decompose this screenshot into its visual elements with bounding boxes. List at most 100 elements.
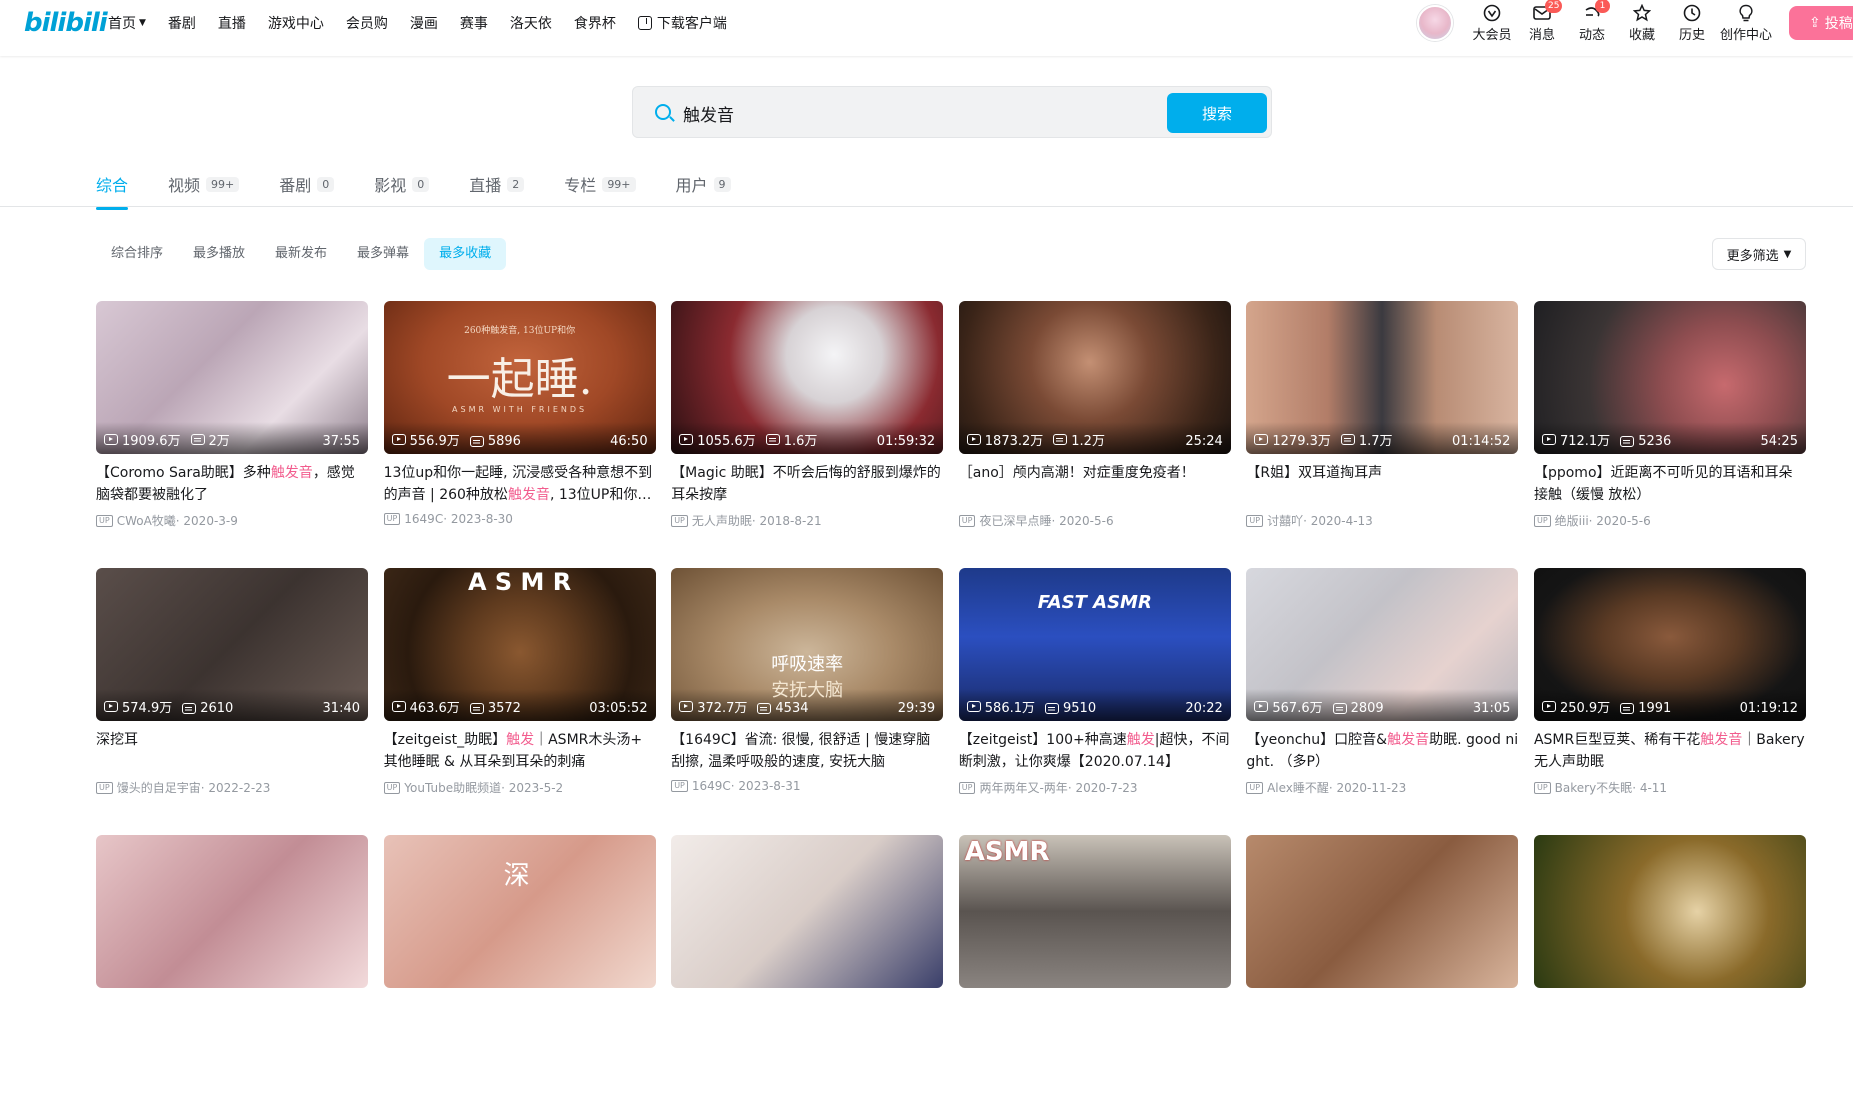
video-title[interactable]: 【Magic 助眠】不听会后悔的舒服到爆炸的耳朵按摩: [671, 462, 943, 506]
nav-mall[interactable]: 会员购: [346, 13, 388, 33]
tab-film[interactable]: 影视 0: [374, 168, 430, 200]
video-card[interactable]: 1055.6万 1.6万 01:59:32 【Magic 助眠】不听会后悔的舒服…: [671, 301, 944, 568]
video-title[interactable]: 13位up和你一起睡, 沉浸感受各种意想不到的声音 | 260种放松触发音, 1…: [384, 462, 656, 506]
author-name[interactable]: 绝版iii: [1555, 512, 1589, 529]
video-card[interactable]: 372.7万 4534 29:39 呼吸速率 安抚大脑 【1649C】省流: 很慢…: [671, 568, 944, 835]
video-title[interactable]: 【zeitgeist】100+种高速触发|超快，不间断刺激，让你爽爆【2020.…: [959, 729, 1231, 773]
video-thumbnail[interactable]: [96, 835, 368, 988]
video-thumbnail[interactable]: 深: [383, 835, 656, 988]
video-title[interactable]: 【ppomo】近距离不可听见的耳语和耳朵接触（缓慢 放松）: [1534, 462, 1806, 506]
video-title[interactable]: 【R姐】双耳道掏耳声: [1246, 462, 1518, 506]
video-card[interactable]: 556.9万 5896 46:50 260种触发音, 13位UP和你 一起睡. AS…: [383, 301, 656, 568]
tab-live[interactable]: 直播 2: [469, 168, 525, 200]
video-thumbnail[interactable]: 1873.2万 1.2万 25:24: [958, 301, 1231, 454]
video-title[interactable]: [671, 996, 943, 1040]
nav-live[interactable]: 直播: [218, 13, 246, 33]
nav-food-cup[interactable]: 食界杯: [574, 13, 616, 33]
author-name[interactable]: Bakery不失眠: [1555, 779, 1633, 796]
video-card[interactable]: 463.6万 3572 03:05:52 A S M R 【zeitgeist_…: [383, 568, 656, 835]
tab-bangumi[interactable]: 番剧 0: [279, 168, 335, 200]
author-name[interactable]: 1649C: [404, 512, 443, 526]
vip-button[interactable]: 大会员: [1467, 3, 1517, 43]
upload-button[interactable]: ⇪ 投稿: [1789, 6, 1853, 40]
video-thumbnail[interactable]: 556.9万 5896 46:50 260种触发音, 13位UP和你 一起睡. AS…: [383, 301, 656, 454]
search-input[interactable]: [683, 99, 1083, 127]
avatar[interactable]: [1417, 5, 1453, 41]
search-button[interactable]: 搜索: [1167, 93, 1267, 133]
video-title[interactable]: 【yeonchu】口腔音&触发音助眠. good night. （多P）: [1246, 729, 1518, 773]
video-card[interactable]: UP: [96, 835, 368, 1102]
video-thumbnail[interactable]: 250.9万 1991 01:19:12: [1533, 568, 1806, 721]
video-title[interactable]: ［ano］颅内高潮！对症重度免疫者！: [959, 462, 1231, 506]
video-thumbnail[interactable]: 712.1万 5236 54:25: [1533, 301, 1806, 454]
more-filter-button[interactable]: 更多筛选 ▼: [1712, 238, 1806, 270]
tab-user[interactable]: 用户 9: [676, 168, 731, 200]
tab-all[interactable]: 综合: [96, 168, 129, 210]
video-card[interactable]: 586.1万 9510 20:22 FAST ASMR 【zeitgeist】1…: [958, 568, 1231, 835]
author-name[interactable]: YouTube助眠频道: [404, 779, 501, 796]
nav-luotianyi[interactable]: 洛天依: [510, 13, 552, 33]
video-card[interactable]: 712.1万 5236 54:25 【ppomo】近距离不可听见的耳语和耳朵接触…: [1533, 301, 1806, 568]
video-title[interactable]: [1534, 996, 1806, 1040]
video-card[interactable]: 567.6万 2809 31:05 【yeonchu】口腔音&触发音助眠. go…: [1246, 568, 1519, 835]
sort-most-favorited[interactable]: 最多收藏: [424, 238, 507, 270]
video-title[interactable]: 【1649C】省流: 很慢, 很舒适 | 慢速穿脑刮擦, 温柔呼吸般的速度, 安…: [671, 729, 943, 773]
nav-download-client[interactable]: 下载客户端: [637, 13, 727, 33]
author-name[interactable]: CWoA牧曦: [117, 512, 176, 529]
video-thumbnail[interactable]: 574.9万 2610 31:40: [96, 568, 368, 721]
author-name[interactable]: 1649C: [692, 779, 731, 793]
sort-most-danmaku[interactable]: 最多弹幕: [342, 238, 424, 270]
video-card[interactable]: 1873.2万 1.2万 25:24 ［ano］颅内高潮！对症重度免疫者！ UP…: [958, 301, 1231, 568]
creator-center-button[interactable]: 创作中心: [1717, 3, 1775, 43]
video-thumbnail[interactable]: [1533, 835, 1806, 988]
tab-article[interactable]: 专栏 99+: [564, 168, 636, 200]
video-thumbnail[interactable]: 372.7万 4534 29:39 呼吸速率 安抚大脑: [671, 568, 944, 721]
video-title[interactable]: 【Coromo Sara助眠】多种触发音，感觉脑袋都要被融化了: [96, 462, 368, 506]
author-name[interactable]: 馒头的自足宇宙: [117, 779, 201, 796]
video-card[interactable]: 1909.6万 2万 37:55 【Coromo Sara助眠】多种触发音，感觉…: [96, 301, 368, 568]
video-title[interactable]: [96, 996, 368, 1040]
sort-newest[interactable]: 最新发布: [260, 238, 342, 270]
video-thumbnail[interactable]: 1279.3万 1.7万 01:14:52: [1246, 301, 1519, 454]
nav-home[interactable]: 首页 ▼: [108, 13, 146, 33]
favorites-button[interactable]: 收藏: [1617, 3, 1667, 43]
video-card[interactable]: 深 UP: [383, 835, 656, 1102]
video-title[interactable]: 【zeitgeist_助眠】触发｜ASMR木头汤+ 其他睡眠 & 从耳朵到耳朵的…: [384, 729, 656, 773]
bilibili-logo[interactable]: bilibili: [24, 8, 108, 38]
video-title[interactable]: [959, 996, 1231, 1040]
video-card[interactable]: 250.9万 1991 01:19:12 ASMR巨型豆荚、稀有干花触发音｜Ba…: [1533, 568, 1806, 835]
nav-anime[interactable]: 番剧: [168, 13, 196, 33]
video-thumbnail[interactable]: ASMR: [958, 835, 1231, 988]
video-title[interactable]: ASMR巨型豆荚、稀有干花触发音｜Bakery无人声助眠: [1534, 729, 1806, 773]
video-card[interactable]: UP: [1533, 835, 1806, 1102]
video-card[interactable]: ASMR UP: [958, 835, 1231, 1102]
author-name[interactable]: Alex睡不醒: [1267, 779, 1329, 796]
author-name[interactable]: 无人声助眠: [692, 512, 752, 529]
video-title[interactable]: [384, 996, 656, 1040]
video-card[interactable]: UP: [671, 835, 944, 1102]
author-name[interactable]: 两年两年又-两年: [979, 779, 1067, 796]
messages-button[interactable]: 消息 25: [1517, 0, 1567, 43]
video-thumbnail[interactable]: 463.6万 3572 03:05:52 A S M R: [383, 568, 656, 721]
author-name[interactable]: 讨囍吖: [1267, 512, 1303, 529]
video-thumbnail[interactable]: 1055.6万 1.6万 01:59:32: [671, 301, 944, 454]
history-button[interactable]: 历史: [1667, 3, 1717, 43]
sort-default[interactable]: 综合排序: [96, 238, 178, 270]
video-thumbnail[interactable]: [671, 835, 944, 988]
nav-game-center[interactable]: 游戏中心: [268, 13, 324, 33]
video-thumbnail[interactable]: 567.6万 2809 31:05: [1246, 568, 1519, 721]
video-title[interactable]: 深挖耳: [96, 729, 368, 773]
sort-most-played[interactable]: 最多播放: [178, 238, 260, 270]
dynamics-button[interactable]: 动态 1: [1567, 0, 1617, 43]
nav-esports[interactable]: 赛事: [460, 13, 488, 33]
author-name[interactable]: 夜已深早点睡: [979, 512, 1051, 529]
video-card[interactable]: 574.9万 2610 31:40 深挖耳 UP 馒头的自足宇宙 · 2022-2…: [96, 568, 368, 835]
video-thumbnail[interactable]: [1246, 835, 1519, 988]
video-card[interactable]: 1279.3万 1.7万 01:14:52 【R姐】双耳道掏耳声 UP 讨囍吖 ·…: [1246, 301, 1519, 568]
video-card[interactable]: UP: [1246, 835, 1519, 1102]
video-thumbnail[interactable]: 586.1万 9510 20:22 FAST ASMR: [958, 568, 1231, 721]
video-title[interactable]: [1246, 996, 1518, 1040]
nav-manga[interactable]: 漫画: [410, 13, 438, 33]
video-thumbnail[interactable]: 1909.6万 2万 37:55: [96, 301, 368, 454]
tab-video[interactable]: 视频 99+: [168, 168, 240, 200]
